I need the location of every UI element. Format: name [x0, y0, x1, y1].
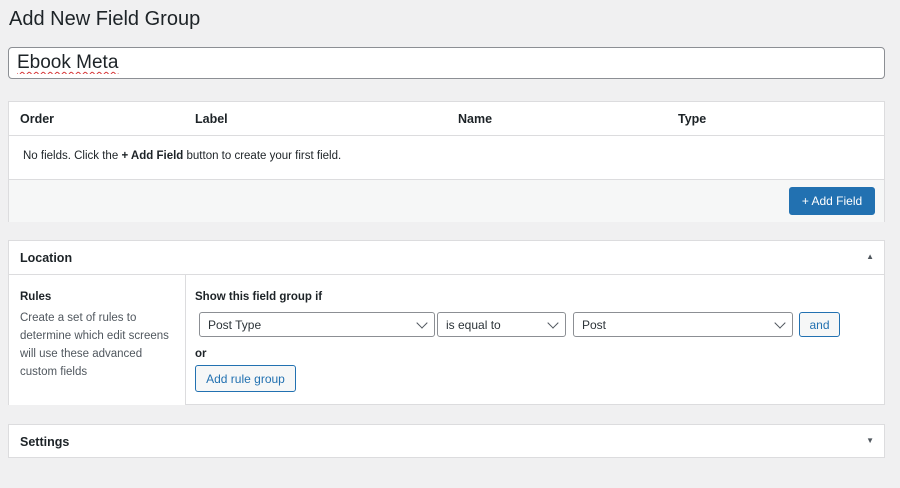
settings-header[interactable]: Settings ▼ [9, 425, 884, 458]
no-fields-message: No fields. Click the + Add Field button … [23, 150, 341, 162]
chevron-down-icon [416, 317, 428, 329]
fields-table-header: Order Label Name Type [9, 102, 884, 136]
or-label: or [195, 348, 207, 360]
no-fields-text-before: No fields. Click the [23, 150, 122, 162]
location-panel: Location ▲ Rules Create a set of rules t… [8, 240, 885, 405]
rule-param-select[interactable]: Post Type [199, 312, 435, 337]
location-title: Location [20, 251, 73, 265]
no-fields-add-field-text: + Add Field [121, 150, 184, 162]
rules-editor: Show this field group if Post Type is eq… [186, 275, 884, 405]
column-header-type: Type [678, 112, 707, 126]
column-header-name: Name [458, 112, 493, 126]
chevron-down-icon [547, 317, 559, 329]
rule-param-value: Post Type [208, 318, 262, 332]
expand-toggle-icon[interactable]: ▼ [866, 436, 874, 445]
rules-label-column: Rules Create a set of rules to determine… [9, 275, 186, 405]
add-field-button[interactable]: + Add Field [789, 187, 875, 215]
and-button[interactable]: and [799, 312, 840, 337]
rules-label: Rules [20, 291, 52, 303]
rules-description: Create a set of rules to determine which… [20, 312, 169, 378]
chevron-down-icon [774, 317, 786, 329]
column-header-order: Order [20, 112, 55, 126]
page-title: Add New Field Group [9, 8, 201, 30]
settings-panel: Settings ▼ [8, 424, 885, 458]
rule-value-value: Post [582, 318, 607, 332]
rule-value-select[interactable]: Post [573, 312, 793, 337]
fields-footer: + Add Field [9, 180, 884, 222]
location-header[interactable]: Location ▲ [9, 241, 884, 275]
column-header-label: Label [195, 112, 228, 126]
collapse-toggle-icon[interactable]: ▲ [866, 252, 874, 261]
rule-operator-select[interactable]: is equal to [437, 312, 566, 337]
settings-title: Settings [20, 435, 70, 449]
fields-panel: Order Label Name Type No fields. Click t… [8, 101, 885, 222]
no-fields-text-after: button to create your first field. [183, 150, 342, 162]
rule-operator-value: is equal to [446, 318, 501, 332]
show-field-group-if-label: Show this field group if [195, 291, 323, 303]
add-rule-group-button[interactable]: Add rule group [195, 365, 296, 392]
field-group-title-input[interactable] [8, 47, 885, 79]
fields-empty-row: No fields. Click the + Add Field button … [9, 136, 884, 180]
